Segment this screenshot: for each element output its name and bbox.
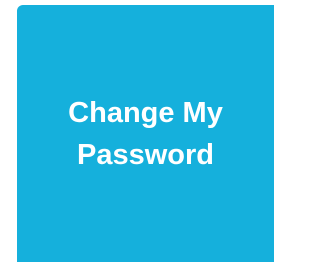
change-password-button[interactable]: Change My Password [17, 5, 274, 262]
change-password-label: Change My Password [68, 96, 223, 171]
